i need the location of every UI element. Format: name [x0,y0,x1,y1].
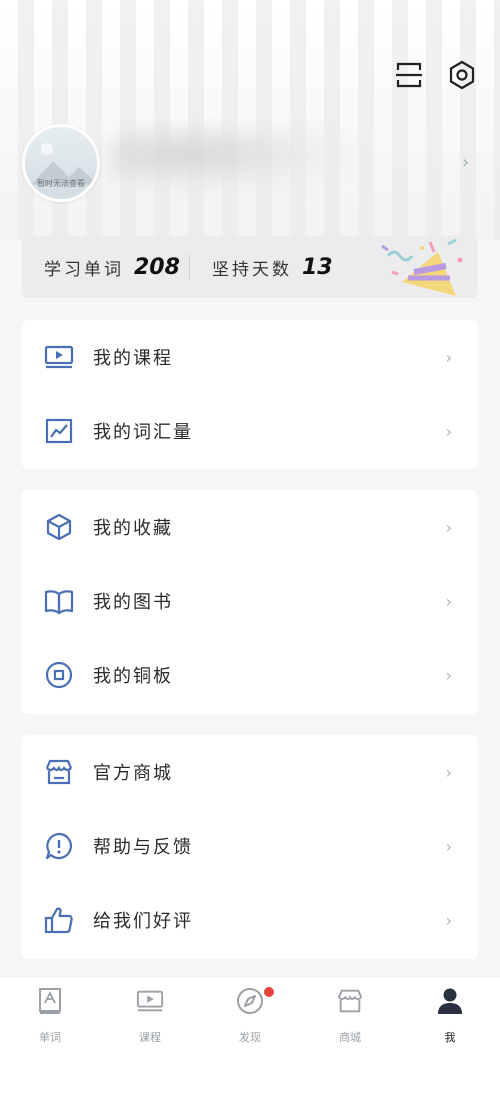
scan-button[interactable] [391,57,427,93]
stat-words-learned: 学习单词 208 [44,236,180,298]
trend-chart-icon [44,416,74,446]
menu-item-my-books[interactable]: 我的图书 › [22,564,478,638]
tab-label: 单词 [39,1031,61,1044]
profile-chevron-right-icon[interactable]: › [462,152,469,173]
tab-discover[interactable]: 发现 [200,977,300,1047]
discover-notification-badge [264,987,274,997]
shop-icon [336,987,364,1015]
chevron-right-icon: › [445,347,452,367]
settings-button[interactable] [444,57,480,93]
tab-courses[interactable]: 课程 [100,977,200,1047]
menu-item-rate-us[interactable]: 给我们好评 › [22,883,478,957]
chevron-right-icon: › [445,591,452,611]
avatar-caption: 暂时无法查看 [37,179,85,188]
stat-days-persisted: 坚持天数 13 [212,236,333,298]
compass-icon [236,987,264,1015]
chevron-right-icon: › [445,762,452,782]
open-book-icon [44,586,74,616]
menu-item-help-feedback[interactable]: 帮助与反馈 › [22,809,478,883]
menu-item-label: 我的词汇量 [93,422,193,443]
avatar[interactable]: 暂时无法查看 [22,124,100,202]
menu-item-my-vocabulary[interactable]: 我的词汇量 › [22,394,478,468]
stats-card: 学习单词 208 坚持天数 13 [22,236,478,298]
tab-shop[interactable]: 商城 [300,977,400,1047]
tab-label: 商城 [339,1031,361,1044]
stat-days-label: 坚持天数 [212,259,292,280]
scan-icon [396,62,422,88]
tab-me[interactable]: 我 [400,977,500,1047]
menu-item-official-store[interactable]: 官方商城 › [22,735,478,809]
stat-words-label: 学习单词 [44,259,124,280]
bottom-tab-bar: 单词 课程 发现 商城 我 [0,976,500,1046]
tab-label: 课程 [139,1031,161,1044]
menu-item-my-courses[interactable]: 我的课程 › [22,320,478,394]
menu-card-learning: 我的课程 › 我的词汇量 › [22,320,478,469]
menu-item-label: 官方商城 [93,763,173,784]
menu-item-my-coins[interactable]: 我的铜板 › [22,638,478,712]
menu-item-label: 帮助与反馈 [93,837,193,858]
profile-header-background [0,0,500,240]
help-bubble-icon [44,831,74,861]
tab-label: 发现 [239,1031,261,1044]
chevron-right-icon: › [445,517,452,537]
thumbs-up-icon [44,905,74,935]
menu-item-label: 我的课程 [93,348,173,369]
chevron-right-icon: › [445,836,452,856]
store-icon [44,757,74,787]
menu-item-label: 我的图书 [93,592,173,613]
chevron-right-icon: › [445,910,452,930]
tab-label: 我 [444,1031,456,1044]
party-popper-icon [381,238,463,296]
menu-item-label: 给我们好评 [93,911,193,932]
image-placeholder-icon [31,143,97,185]
stat-days-value: 13 [302,254,333,280]
menu-item-my-favorites[interactable]: 我的收藏 › [22,490,478,564]
chevron-right-icon: › [445,665,452,685]
stat-words-value: 208 [134,254,180,280]
menu-card-services: 官方商城 › 帮助与反馈 › 给我们好评 › [22,735,478,959]
menu-item-label: 我的铜板 [93,666,173,687]
word-book-icon [36,987,64,1015]
cube-icon [44,512,74,542]
menu-card-collection: 我的收藏 › 我的图书 › 我的铜板 › [22,490,478,714]
person-icon [436,987,464,1015]
settings-hex-icon [449,60,475,90]
course-video-icon [136,987,164,1015]
chevron-right-icon: › [445,421,452,441]
stats-divider [189,254,190,280]
coin-icon [44,660,74,690]
username-blurred [108,128,358,194]
menu-item-label: 我的收藏 [93,518,173,539]
bottom-safe-area [0,1046,500,1115]
tab-words[interactable]: 单词 [0,977,100,1047]
video-course-icon [44,342,74,372]
